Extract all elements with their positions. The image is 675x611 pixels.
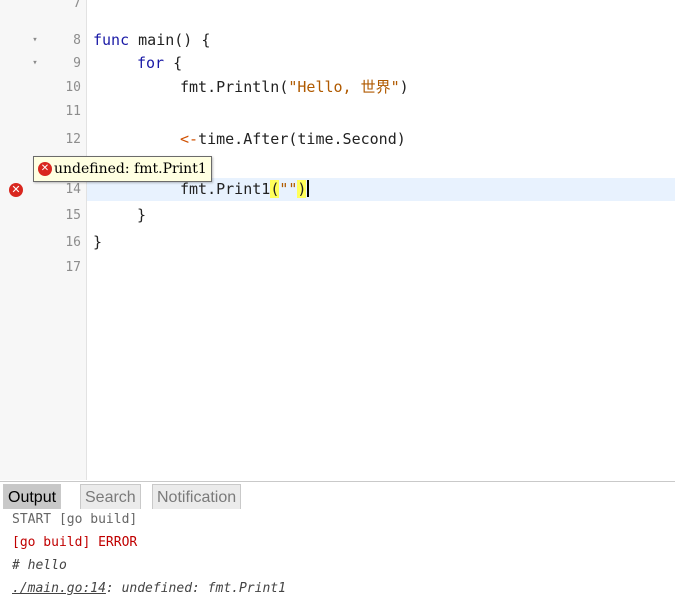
code-text[interactable]: for { [137,52,182,75]
line-number: 7 [73,0,81,11]
code-line: 16 } [0,231,675,254]
line-number: 9 [73,56,81,71]
code-text[interactable]: <-time.After(time.Second) [180,128,406,151]
code-line: 17 [0,256,675,279]
text-cursor [307,180,310,197]
bracket-match: ) [297,180,307,198]
output-error-line: [go build] ERROR [12,535,138,550]
error-tooltip: ✕ undefined: fmt.Print1 [33,156,212,182]
code-line: 11 [0,100,675,123]
line-number: 11 [65,104,81,119]
line-number: 15 [65,208,81,223]
line-number: 12 [65,132,81,147]
tab-output[interactable]: Output [3,484,62,509]
code-token: main() { [129,31,211,49]
panel-tab-bar: Output Search Notification [0,481,675,509]
code-text[interactable]: } [93,231,102,254]
code-line: 12 <-time.After(time.Second) [0,128,675,151]
code-line: 7 [0,0,675,15]
error-x-icon: ✕ [38,162,52,176]
error-marker-icon[interactable]: ✕ [9,183,23,197]
code-token: ) [399,78,409,96]
code-text[interactable]: func main() { [93,29,210,52]
code-token: fmt.Println( [180,78,289,96]
output-error-link[interactable]: ./main.go:14: undefined: fmt.Print1 [12,578,286,600]
code-editor[interactable]: 7 ▾ 8 func main() { ▾ 9 for { 10 fmt.Pri… [0,0,675,480]
code-token: fmt.Print1 [180,180,271,198]
error-location-link[interactable]: ./main.go:14 [12,581,106,596]
code-token: time.After(time.Second) [198,130,406,148]
code-token: { [164,54,183,72]
line-number: 16 [65,235,81,250]
tab-search[interactable]: Search [80,484,141,509]
output-line: # hello [12,558,67,573]
output-line: START [go build] [12,512,138,527]
string-literal: "Hello, 世界" [288,78,400,96]
code-line: 10 fmt.Println("Hello, 世界") [0,76,675,99]
keyword: for [137,54,165,72]
tab-notification[interactable]: Notification [152,484,242,509]
line-number: 17 [65,260,81,275]
line-number: 8 [73,33,81,48]
fold-arrow-icon[interactable]: ▾ [30,29,40,52]
code-text[interactable]: fmt.Println("Hello, 世界") [180,76,409,99]
code-line: ▾ 8 func main() { [0,29,675,52]
fold-arrow-icon[interactable]: ▾ [30,52,40,75]
string-literal: "" [279,180,298,198]
code-line: ▾ 9 for { [0,52,675,75]
line-number: 10 [65,80,81,95]
output-console[interactable]: START [go build] [go build] ERROR # hell… [0,509,675,611]
code-text[interactable]: } [137,204,146,227]
keyword: func [93,31,130,49]
code-line: 15 } [0,204,675,227]
error-message: : undefined: fmt.Print1 [105,581,286,596]
tooltip-text: undefined: fmt.Print1 [54,161,207,177]
operator: <- [180,130,199,148]
bracket-match: ( [270,180,280,198]
